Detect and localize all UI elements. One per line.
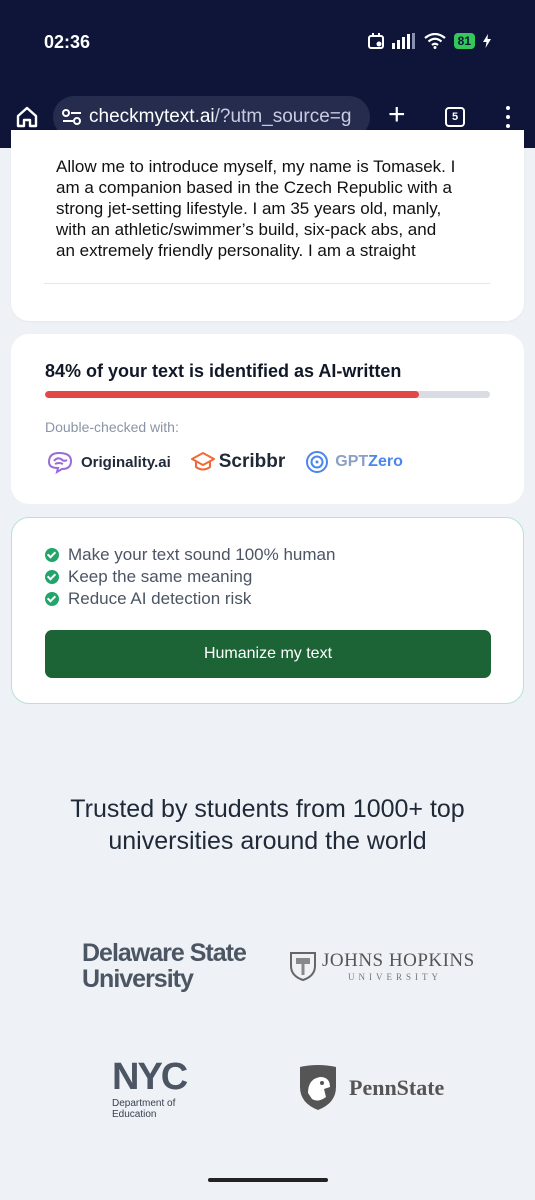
status-time: 02:36: [44, 32, 91, 52]
check-circle-icon: [45, 592, 59, 606]
nittany-lion-shield-icon: [300, 1065, 336, 1110]
humanize-card: Make your text sound 100% human Keep the…: [11, 517, 524, 704]
calendar-icon: [367, 33, 384, 49]
gptzero-text: GPTZero: [335, 453, 403, 471]
scribbr-text: Scribbr: [218, 451, 286, 472]
nyc-doe-logo: NYC Department of Education: [112, 1056, 188, 1120]
gptzero-logo: GPTZero: [305, 450, 403, 474]
status-bar: 02:36 81: [0, 0, 535, 88]
nyc-dept-line-1: Department of: [112, 1098, 176, 1109]
site-settings-icon[interactable]: [61, 106, 83, 128]
check-circle-icon: [45, 548, 59, 562]
jhu-sub: UNIVERSITY: [348, 972, 442, 982]
benefit-item: Keep the same meaning: [45, 566, 335, 588]
nyc-dept-line-2: Education: [112, 1109, 157, 1120]
zero-text: Zero: [368, 453, 403, 470]
benefit-item: Make your text sound 100% human: [45, 544, 335, 566]
gpt-text: GPT: [335, 453, 369, 470]
humanize-button[interactable]: Humanize my text: [45, 630, 491, 678]
input-text[interactable]: Allow me to introduce myself, my name is…: [56, 156, 456, 271]
originality-logo: Originality.ai: [45, 450, 171, 474]
originality-text: Originality.ai: [81, 453, 171, 471]
input-text-card: Allow me to introduce myself, my name is…: [11, 130, 524, 321]
shield-icon: [290, 952, 316, 982]
status-icons: 81: [367, 33, 491, 49]
trusted-heading: Trusted by students from 1000+ top unive…: [0, 793, 535, 857]
gptzero-icon: [306, 451, 329, 473]
wifi-icon: [423, 33, 446, 49]
benefit-text: Make your text sound 100% human: [68, 545, 336, 564]
signal-icon: [391, 33, 415, 49]
trusted-line-1: Trusted by students from 1000+ top: [70, 795, 465, 823]
new-tab-button[interactable]: +: [388, 100, 406, 130]
ai-score-bar: [45, 391, 490, 398]
johns-hopkins-logo: JOHNS HOPKINS UNIVERSITY: [288, 950, 475, 982]
url-path: /?utm_source=g: [214, 106, 352, 127]
url-domain: checkmytext.ai: [89, 106, 215, 127]
result-card: 84% of your text is identified as AI-wri…: [11, 334, 524, 504]
penn-state-text: PennState: [349, 1075, 445, 1100]
delaware-state-logo: Delaware State University: [82, 939, 247, 993]
trusted-line-2: universities around the world: [108, 827, 427, 855]
delaware-line-1: Delaware State: [82, 939, 247, 967]
benefit-text: Keep the same meaning: [68, 567, 253, 586]
ai-score-headline: 84% of your text is identified as AI-wri…: [45, 361, 402, 381]
benefits-list: Make your text sound 100% human Keep the…: [45, 544, 335, 610]
charging-icon: [483, 34, 491, 48]
url-text: checkmytext.ai/?utm_source=g: [89, 106, 351, 128]
penn-state-logo: PennState: [296, 1063, 444, 1113]
ai-score-bar-fill: [45, 391, 419, 398]
benefit-item: Reduce AI detection risk: [45, 588, 335, 610]
divider: [44, 283, 490, 284]
more-options-icon[interactable]: [505, 106, 511, 128]
double-checked-label: Double-checked with:: [45, 419, 179, 435]
jhu-text: JOHNS HOPKINS UNIVERSITY: [318, 950, 475, 982]
check-circle-icon: [45, 570, 59, 584]
home-indicator[interactable]: [208, 1178, 328, 1182]
battery-level: 81: [453, 33, 475, 49]
graduation-cap-icon: [190, 452, 215, 471]
detector-logos: Originality.ai Scribbr GPTZero: [45, 450, 423, 474]
delaware-line-2: University: [82, 965, 194, 993]
brain-icon: [47, 451, 73, 474]
nyc-mark: NYC: [112, 1056, 188, 1098]
jhu-name: JOHNS HOPKINS: [322, 950, 475, 971]
scribbr-logo: Scribbr: [190, 451, 286, 473]
home-icon[interactable]: [14, 104, 40, 130]
tab-switcher-button[interactable]: 5: [445, 107, 465, 127]
benefit-text: Reduce AI detection risk: [68, 589, 252, 608]
